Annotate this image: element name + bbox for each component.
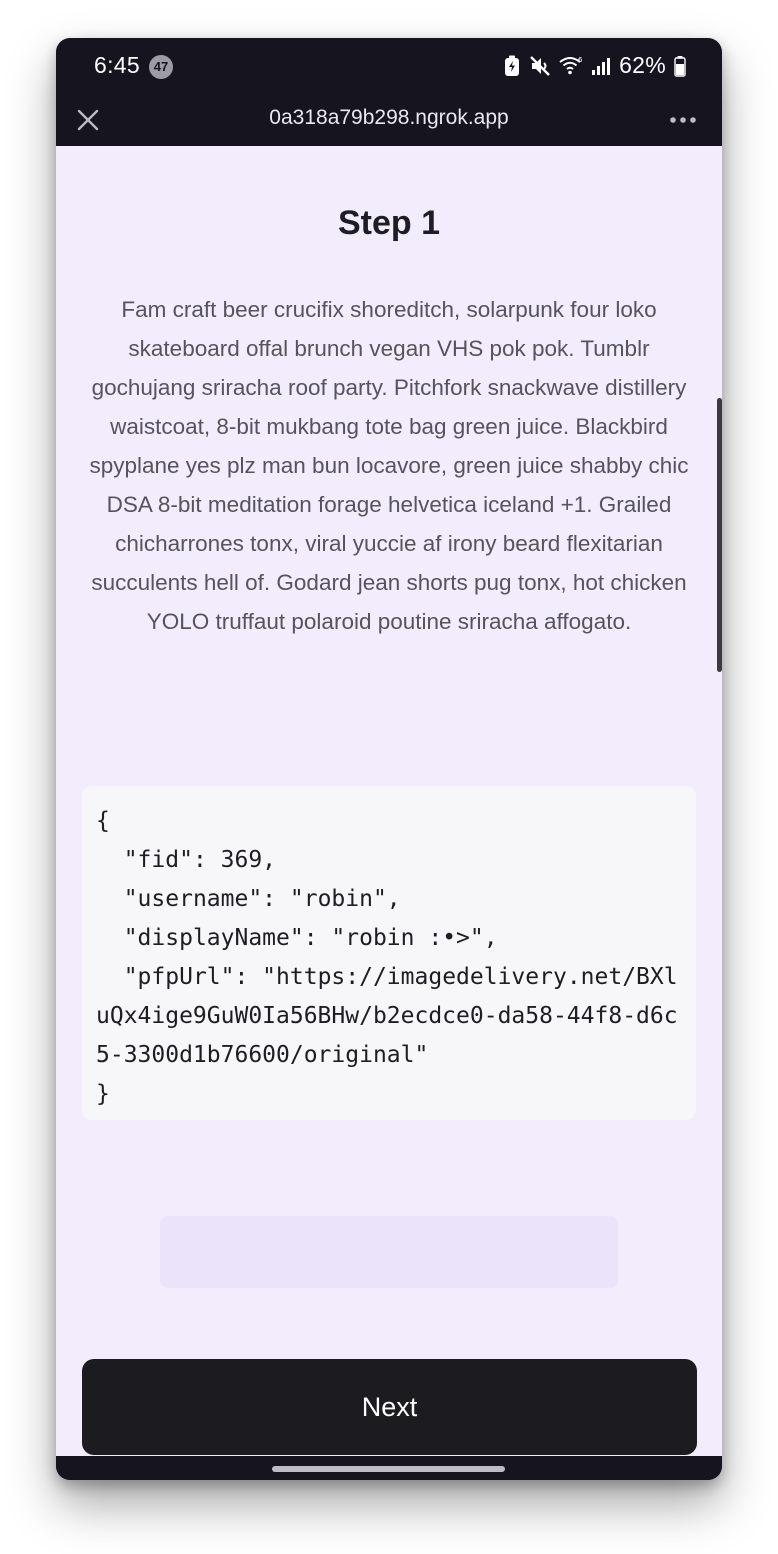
- faded-placeholder: [160, 1216, 618, 1288]
- battery-saver-icon: [503, 55, 521, 77]
- scrollbar[interactable]: [717, 398, 722, 672]
- json-code-text: { "fid": 369, "username": "robin", "disp…: [96, 808, 678, 1107]
- status-time: 6:45: [94, 52, 140, 78]
- status-bar: 6:45 47 6 62%: [56, 38, 722, 94]
- battery-icon: [674, 55, 686, 77]
- notification-count-badge: 47: [149, 55, 173, 79]
- more-horizontal-icon: [670, 117, 696, 123]
- json-code-block: { "fid": 369, "username": "robin", "disp…: [82, 786, 696, 1120]
- status-icons: 6 62%: [503, 52, 686, 79]
- mute-icon: [529, 55, 551, 77]
- page-url[interactable]: 0a318a79b298.ngrok.app: [56, 106, 722, 130]
- more-options-button[interactable]: [668, 110, 698, 130]
- system-navigation-bar: [56, 1456, 722, 1480]
- battery-percent: 62%: [619, 52, 666, 78]
- description-text: Fam craft beer crucifix shoreditch, sola…: [89, 297, 689, 634]
- wifi-icon: 6: [559, 56, 583, 76]
- browser-toolbar: 0a318a79b298.ngrok.app: [56, 94, 722, 146]
- page-content[interactable]: Step 1 Fam craft beer crucifix shoreditc…: [56, 146, 722, 1456]
- page-title: Step 1: [337, 204, 441, 242]
- next-button[interactable]: Next: [82, 1359, 697, 1455]
- home-indicator[interactable]: [272, 1466, 505, 1472]
- phone-frame: 6:45 47 6 62% 0a318a79b298.ngrok.app Ste…: [56, 38, 722, 1480]
- signal-icon: [591, 56, 611, 76]
- svg-text:6: 6: [578, 56, 583, 64]
